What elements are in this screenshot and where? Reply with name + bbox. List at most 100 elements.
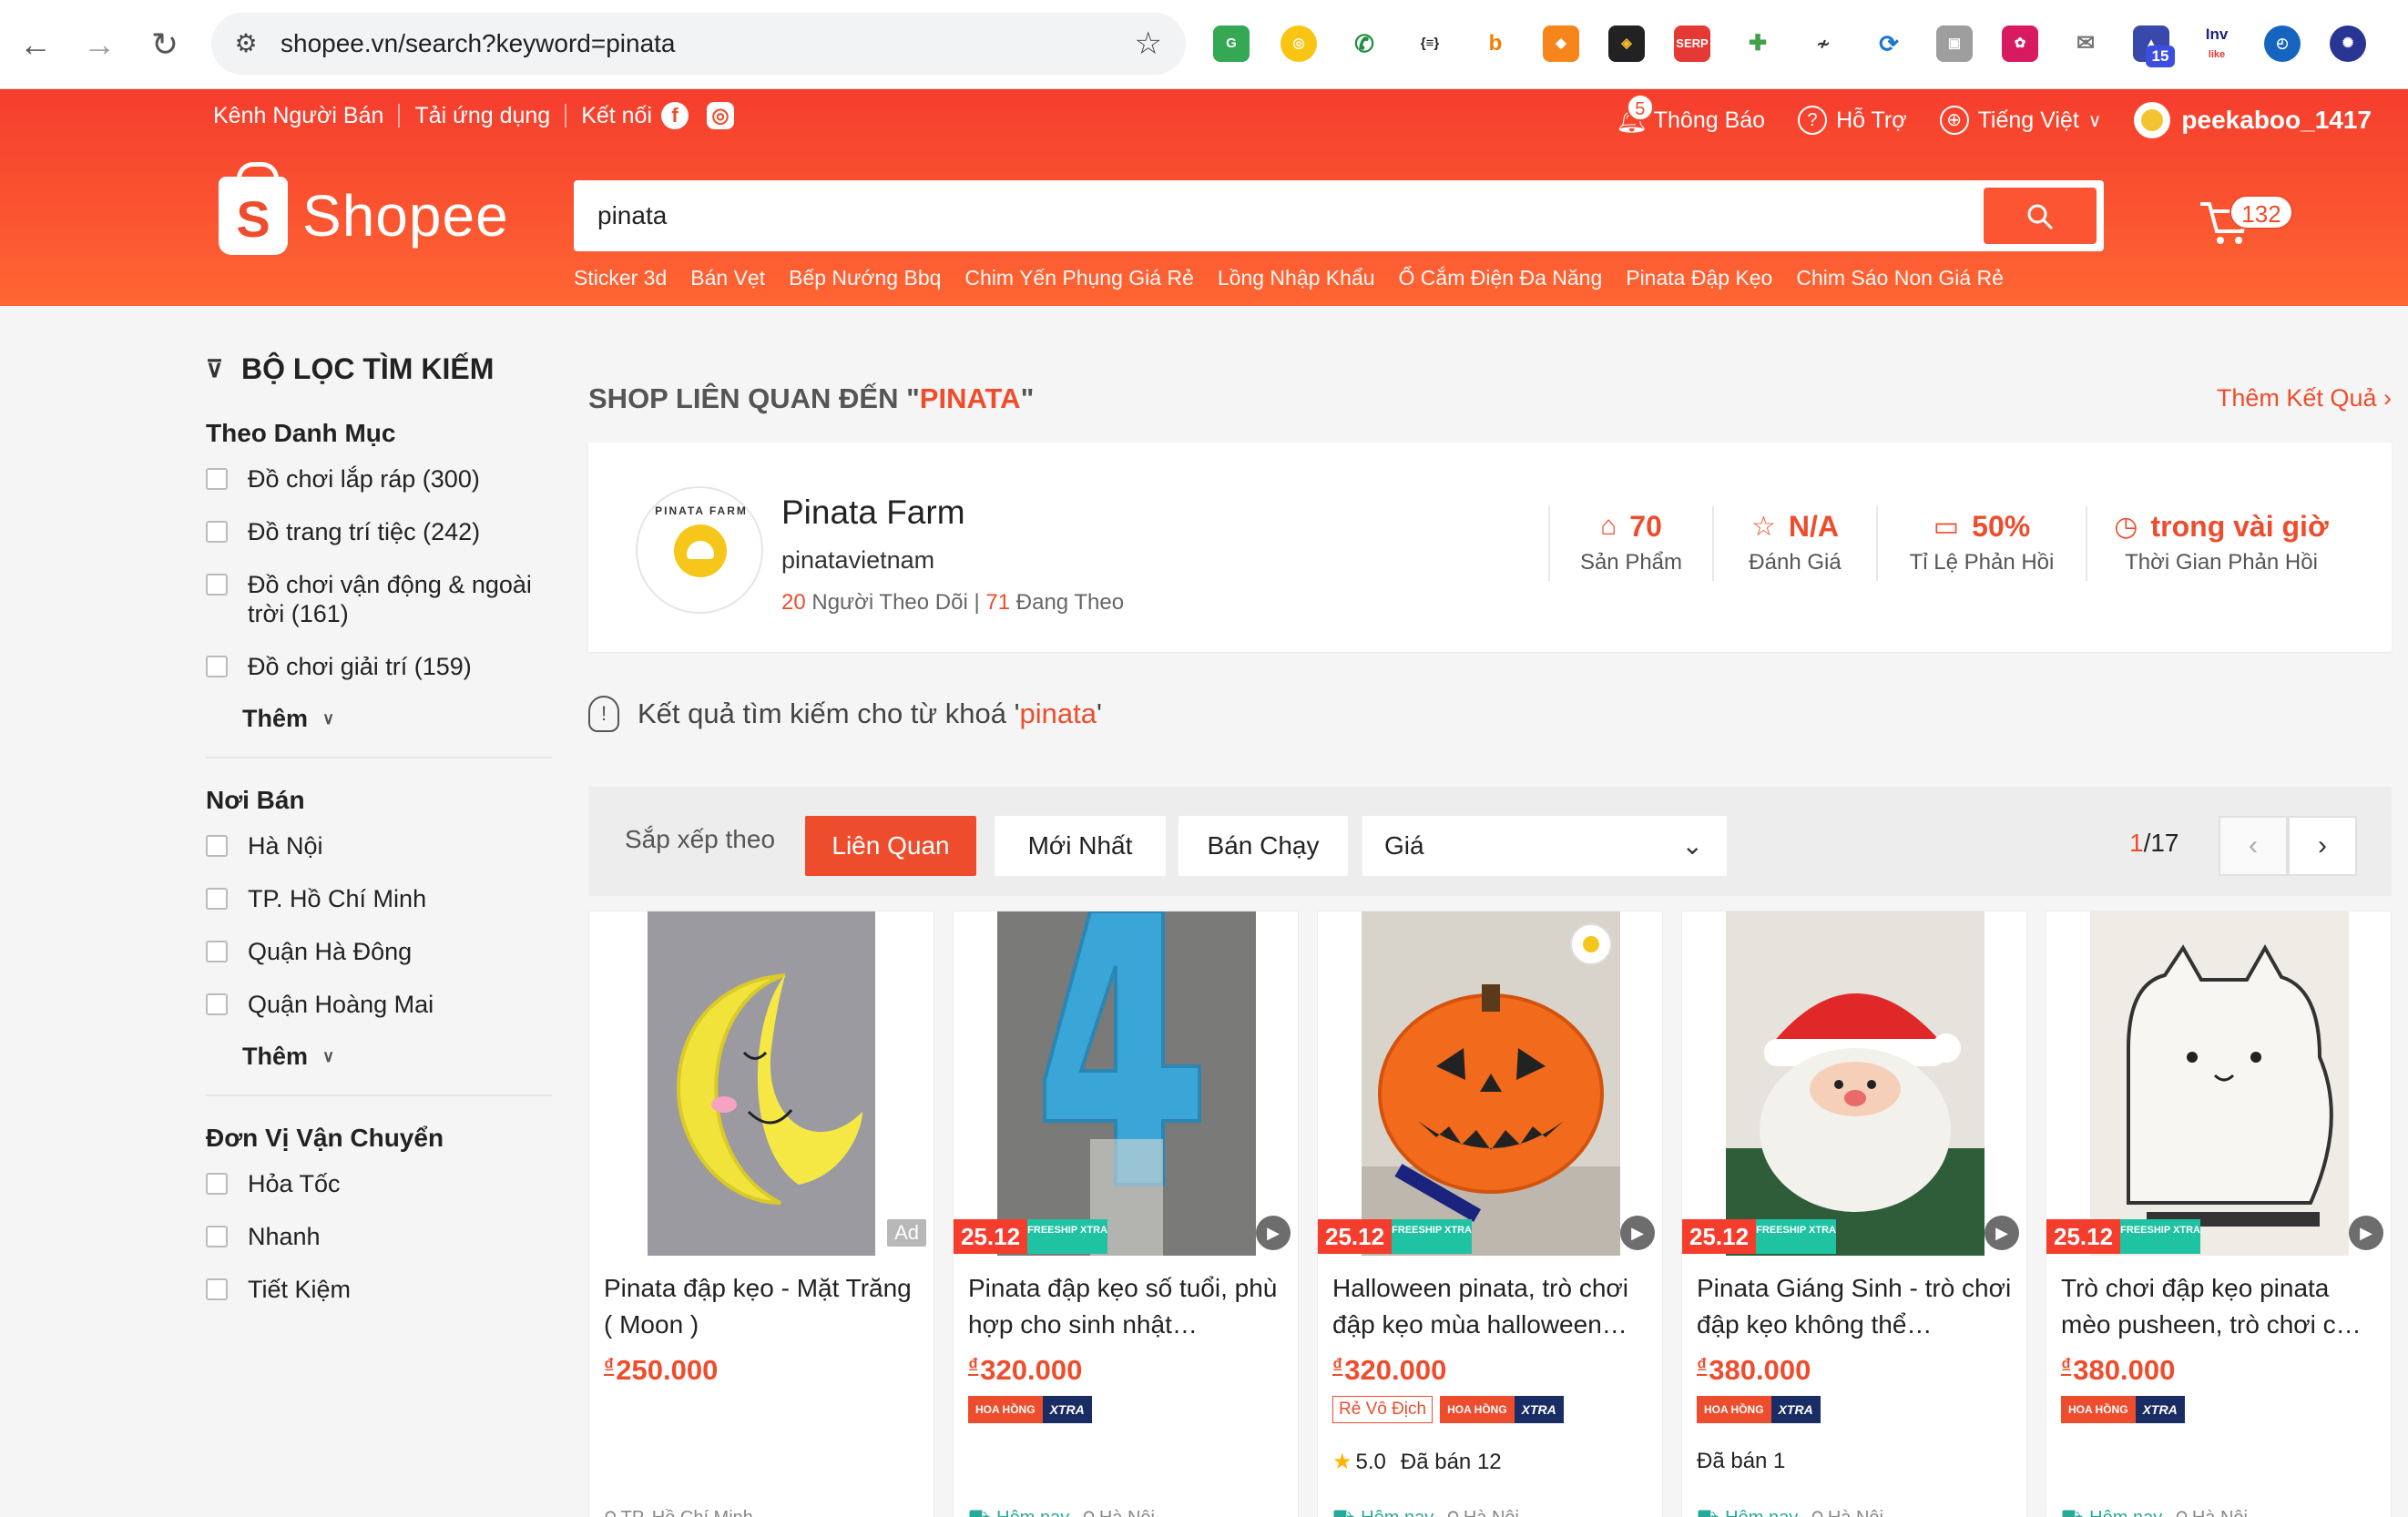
account-menu[interactable]: peekaboo_1417 <box>2134 102 2372 138</box>
product-image[interactable]: 25.12 FREESHIP XTRA ▶ <box>1318 911 1662 1256</box>
filter-option-label[interactable]: TP. Hồ Chí Minh <box>248 884 426 913</box>
product-name[interactable]: Halloween pinata, trò chơi đập kẹo mùa h… <box>1332 1270 1651 1343</box>
product-image[interactable]: 25.12 FREESHIP XTRA ▶ <box>1682 911 2026 1256</box>
filter-option[interactable]: Quận Hà Đông <box>206 937 552 966</box>
video-play-icon[interactable]: ▶ <box>1620 1216 1655 1250</box>
product-image[interactable]: 25.12 FREESHIP XTRA ▶ <box>954 911 1298 1256</box>
bookmark-star-icon[interactable]: ☆ <box>1135 25 1162 62</box>
filter-option-label[interactable]: Tiết Kiệm <box>248 1275 351 1304</box>
filter-option-label[interactable]: Đồ chơi lắp ráp (300) <box>248 464 480 494</box>
extension-puzzle-icon[interactable]: ✿ <box>2002 25 2038 62</box>
forward-arrow-icon[interactable]: → <box>78 24 120 66</box>
filter-option[interactable]: TP. Hồ Chí Minh <box>206 884 552 913</box>
download-app-link[interactable]: Tải ứng dụng <box>414 103 550 129</box>
seller-center-link[interactable]: Kênh Người Bán <box>213 103 383 129</box>
checkbox[interactable] <box>206 1226 228 1247</box>
more-results-link[interactable]: Thêm Kết Quả › <box>2217 384 2392 412</box>
search-suggestion[interactable]: Sticker 3d <box>574 266 667 290</box>
shopee-logo[interactable]: S Shopee <box>219 162 509 255</box>
reload-icon[interactable]: ↻ <box>144 24 186 66</box>
extension-binance-icon[interactable]: ◈ <box>1608 25 1645 62</box>
extension-globe-icon[interactable]: ✺ <box>2330 25 2366 62</box>
instagram-icon[interactable]: ◎ <box>707 102 735 129</box>
filter-option-label[interactable]: Quận Hà Đông <box>248 937 412 966</box>
product-name[interactable]: Trò chơi đập kẹo pinata mèo pusheen, trò… <box>2061 1270 2380 1343</box>
search-input[interactable] <box>597 191 1818 240</box>
filter-option[interactable]: Hỏa Tốc <box>206 1169 552 1198</box>
checkbox[interactable] <box>206 574 228 596</box>
sort-bestselling-button[interactable]: Bán Chạy <box>1178 816 1348 876</box>
filter-option[interactable]: Đồ chơi vận động & ngoài trời (161) <box>206 570 552 628</box>
filter-option[interactable]: Tiết Kiệm <box>206 1275 552 1304</box>
checkbox[interactable] <box>206 888 228 910</box>
extension-inv-icon[interactable]: Inv like <box>2199 25 2235 62</box>
filter-option[interactable]: Đồ trang trí tiệc (242) <box>206 517 552 546</box>
facebook-icon[interactable]: f <box>661 102 689 129</box>
related-shop-card[interactable]: PINATA FARM Pinata Farm pinatavietnam 20… <box>588 443 2392 652</box>
extension-phone-icon[interactable]: ✆ <box>1346 25 1383 62</box>
filter-option-label[interactable]: Nhanh <box>248 1222 321 1251</box>
video-play-icon[interactable]: ▶ <box>2349 1216 2383 1250</box>
filter-option-label[interactable]: Quận Hoàng Mai <box>248 990 434 1019</box>
checkbox[interactable] <box>206 1173 228 1195</box>
search-suggestion[interactable]: Pinata Đập Kẹo <box>1626 266 1772 290</box>
location-more-button[interactable]: Thêm ∨ <box>242 1043 552 1071</box>
sort-newest-button[interactable]: Mới Nhất <box>995 816 1166 876</box>
extension-fox-icon[interactable]: ◆ <box>1543 25 1579 62</box>
product-name[interactable]: Pinata đập kẹo - Mặt Trăng ( Moon ) <box>604 1270 923 1343</box>
checkbox[interactable] <box>206 1278 228 1300</box>
checkbox[interactable] <box>206 835 228 857</box>
address-bar[interactable]: ⚙ shopee.vn/search?keyword=pinata ☆ <box>211 13 1186 75</box>
checkbox[interactable] <box>206 468 228 490</box>
extension-time-icon[interactable]: ◴ <box>2264 25 2301 62</box>
filter-option-label[interactable]: Hỏa Tốc <box>248 1169 341 1198</box>
extension-chart-icon[interactable]: ✚ <box>1740 25 1776 62</box>
filter-option-label[interactable]: Đồ trang trí tiệc (242) <box>248 517 480 546</box>
product-card[interactable]: 25.12 FREESHIP XTRA ▶ Halloween pinata, … <box>1317 911 1663 1517</box>
product-card[interactable]: 25.12 FREESHIP XTRA ▶ Trò chơi đập kẹo p… <box>2046 911 2392 1517</box>
checkbox[interactable] <box>206 521 228 543</box>
product-name[interactable]: Pinata đập kẹo số tuổi, phù hợp cho sinh… <box>968 1270 1287 1343</box>
site-info-icon[interactable]: ⚙ <box>230 27 262 60</box>
checkbox[interactable] <box>206 993 228 1015</box>
extension-json-icon[interactable]: {≡} <box>1412 25 1448 62</box>
extension-signature-icon[interactable]: ≁ <box>1805 25 1842 62</box>
extension-person-icon[interactable]: ▣ <box>1936 25 1973 62</box>
search-suggestion[interactable]: Chim Yến Phụng Giá Rẻ <box>964 266 1193 290</box>
product-image[interactable]: Ad <box>589 911 934 1256</box>
next-page-button[interactable]: › <box>2288 816 2357 876</box>
product-card[interactable]: 25.12 FREESHIP XTRA ▶ Pinata đập kẹo số … <box>953 911 1299 1517</box>
shop-logo[interactable]: PINATA FARM <box>636 486 763 614</box>
product-name[interactable]: Pinata Giáng Sinh - trò chơi đập kẹo khô… <box>1697 1270 2015 1343</box>
url-text[interactable]: shopee.vn/search?keyword=pinata <box>281 29 676 58</box>
checkbox[interactable] <box>206 941 228 962</box>
search-suggestion[interactable]: Bán Vẹt <box>690 266 765 290</box>
extension-b-icon[interactable]: b <box>1477 25 1514 62</box>
search-suggestion[interactable]: Lồng Nhập Khẩu <box>1218 266 1375 290</box>
filter-option[interactable]: Hà Nội <box>206 831 552 860</box>
search-suggestion[interactable]: Bếp Nướng Bbq <box>789 266 941 290</box>
filter-option-label[interactable]: Đồ chơi vận động & ngoài trời (161) <box>248 570 552 628</box>
video-play-icon[interactable]: ▶ <box>1985 1216 2019 1250</box>
help-link[interactable]: ? Hỗ Trợ <box>1798 106 1907 135</box>
back-arrow-icon[interactable]: ← <box>15 24 56 66</box>
sort-relevance-button[interactable]: Liên Quan <box>805 816 976 876</box>
product-card[interactable]: 25.12 FREESHIP XTRA ▶ Pinata Giáng Sinh … <box>1681 911 2027 1517</box>
sort-price-select[interactable]: Giá ⌄ <box>1362 816 1727 876</box>
filter-option[interactable]: Đồ chơi giải trí (159) <box>206 652 552 681</box>
filter-option[interactable]: Nhanh <box>206 1222 552 1251</box>
filter-option-label[interactable]: Hà Nội <box>248 831 323 860</box>
checkbox[interactable] <box>206 656 228 677</box>
shop-name[interactable]: Pinata Farm <box>781 494 965 532</box>
extension-sync-icon[interactable]: ⟳ <box>1871 25 1907 62</box>
notifications-link[interactable]: 🔔︎ 5 Thông Báo <box>1616 94 1765 136</box>
extension-mail-icon[interactable]: ✉ <box>2067 25 2104 62</box>
filter-option-label[interactable]: Đồ chơi giải trí (159) <box>248 652 472 681</box>
prev-page-button[interactable]: ‹ <box>2219 816 2288 876</box>
extension-translate-icon[interactable]: G <box>1213 25 1250 62</box>
extension-compass-icon[interactable]: ◎ <box>1281 25 1317 62</box>
filter-option[interactable]: Đồ chơi lắp ráp (300) <box>206 464 552 494</box>
search-suggestion[interactable]: Ổ Cắm Điện Đa Năng <box>1399 266 1603 290</box>
category-more-button[interactable]: Thêm ∨ <box>242 705 552 733</box>
product-image[interactable]: 25.12 FREESHIP XTRA ▶ <box>2046 911 2391 1256</box>
